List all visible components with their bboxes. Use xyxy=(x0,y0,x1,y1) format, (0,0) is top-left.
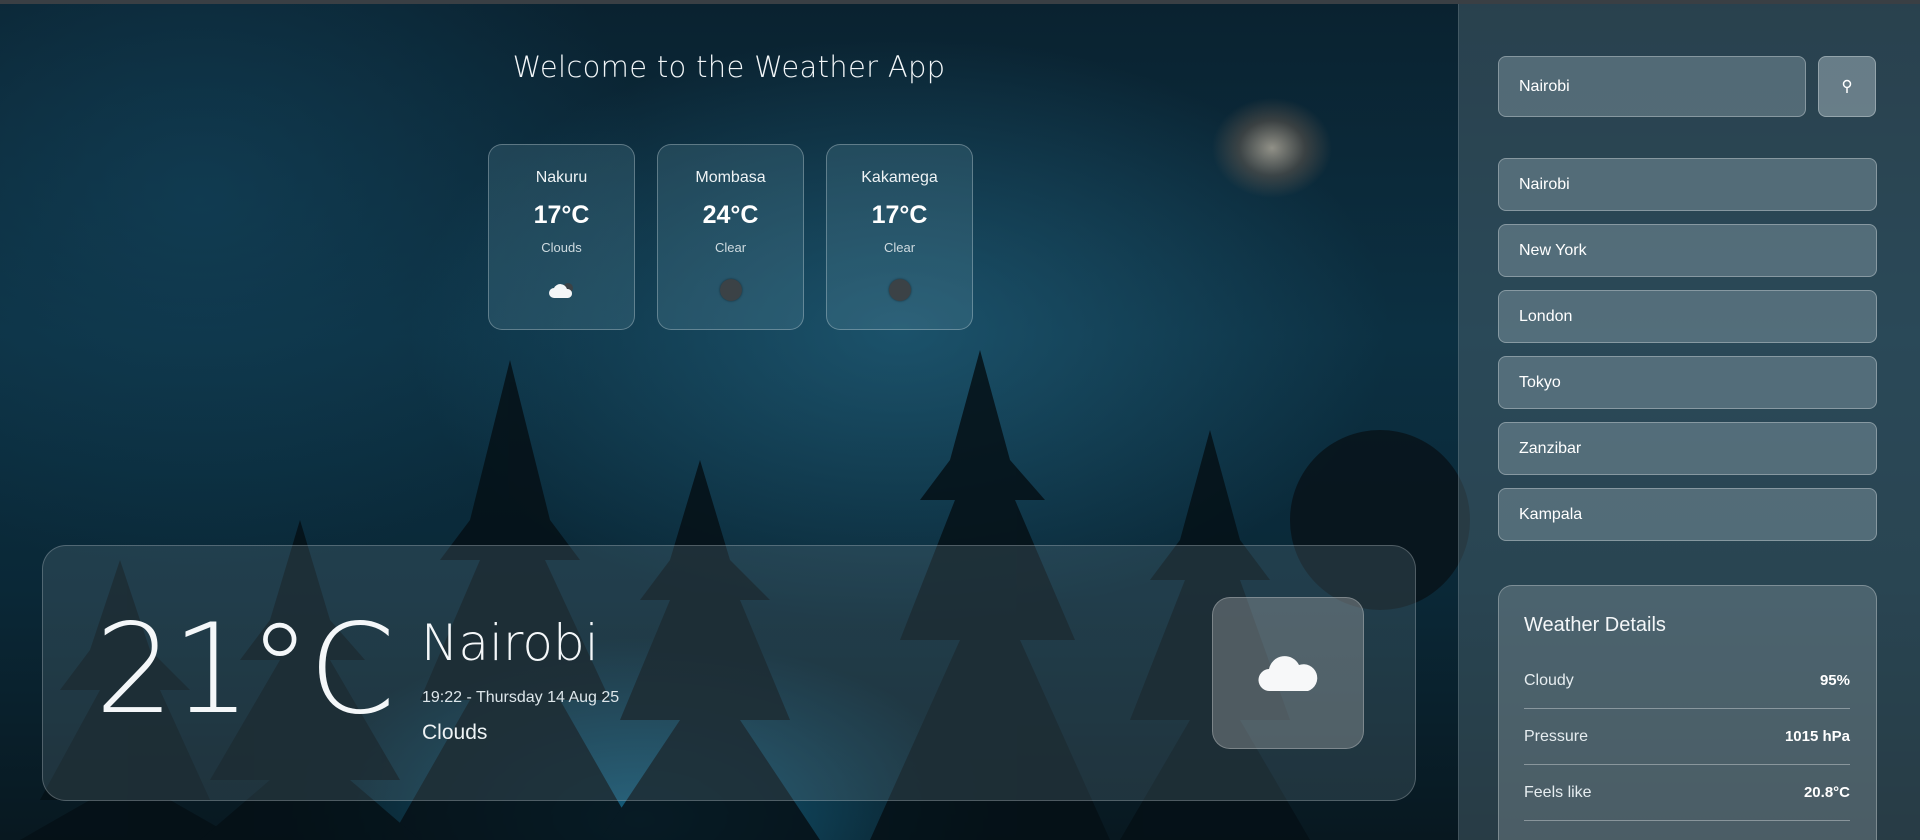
city-card-temp: 17°C xyxy=(533,201,590,229)
city-item-kampala[interactable]: Kampala xyxy=(1498,488,1877,541)
detail-row-feels-like: Feels like 20.8°C xyxy=(1524,765,1850,821)
search-input[interactable] xyxy=(1498,56,1806,117)
featured-cities: Nakuru 17°C Clouds Mombasa 24°C Clear Ka… xyxy=(488,144,973,330)
detail-row-pressure: Pressure 1015 hPa xyxy=(1524,709,1850,765)
city-card-temp: 24°C xyxy=(702,201,759,229)
current-weather-card: 21°C Nairobi 19:22 - Thursday 14 Aug 25 … xyxy=(42,545,1416,801)
current-city: Nairobi xyxy=(421,614,599,672)
detail-row-cloudy: Cloudy 95% xyxy=(1524,653,1850,709)
cloud-icon xyxy=(548,277,576,303)
search-button[interactable] xyxy=(1818,56,1876,117)
city-card-mombasa[interactable]: Mombasa 24°C Clear xyxy=(657,144,804,330)
city-item-tokyo[interactable]: Tokyo xyxy=(1498,356,1877,409)
city-card-name: Nakuru xyxy=(535,169,588,186)
search-pin-icon xyxy=(1842,79,1852,93)
current-temperature: 21°C xyxy=(95,598,395,742)
city-item-london[interactable]: London xyxy=(1498,290,1877,343)
detail-label: Feels like xyxy=(1524,783,1592,801)
sidebar: Nairobi New York London Tokyo Zanzibar K… xyxy=(1458,4,1920,840)
current-weather-icon-box xyxy=(1212,597,1364,749)
city-card-nakuru[interactable]: Nakuru 17°C Clouds xyxy=(488,144,635,330)
detail-value: 95% xyxy=(1819,672,1850,689)
detail-label: Pressure xyxy=(1524,727,1589,745)
window-top-border xyxy=(0,0,1920,4)
city-list: Nairobi New York London Tokyo Zanzibar K… xyxy=(1498,158,1877,554)
city-item-nairobi[interactable]: Nairobi xyxy=(1498,158,1877,211)
weather-details-title: Weather Details xyxy=(1524,614,1666,636)
clear-night-icon xyxy=(888,277,911,303)
cloud-icon xyxy=(1258,656,1318,692)
detail-label: Cloudy xyxy=(1524,671,1574,689)
weather-details-card: Weather Details Cloudy 95% Pressure 1015… xyxy=(1498,585,1877,840)
city-card-condition: Clear xyxy=(883,240,916,255)
current-condition: Clouds xyxy=(422,721,488,744)
clear-night-icon xyxy=(719,277,742,303)
city-card-name: Kakamega xyxy=(861,169,938,186)
detail-value: 20.8°C xyxy=(1803,784,1850,801)
city-card-condition: Clouds xyxy=(541,240,582,255)
city-card-temp: 17°C xyxy=(871,201,928,229)
page-title: Welcome to the Weather App xyxy=(512,50,946,84)
city-card-name: Mombasa xyxy=(695,169,766,186)
city-card-condition: Clear xyxy=(714,240,747,255)
current-datetime: 19:22 - Thursday 14 Aug 25 xyxy=(422,689,620,706)
city-item-new-york[interactable]: New York xyxy=(1498,224,1877,277)
detail-value: 1015 hPa xyxy=(1784,728,1850,745)
city-item-zanzibar[interactable]: Zanzibar xyxy=(1498,422,1877,475)
city-card-kakamega[interactable]: Kakamega 17°C Clear xyxy=(826,144,973,330)
